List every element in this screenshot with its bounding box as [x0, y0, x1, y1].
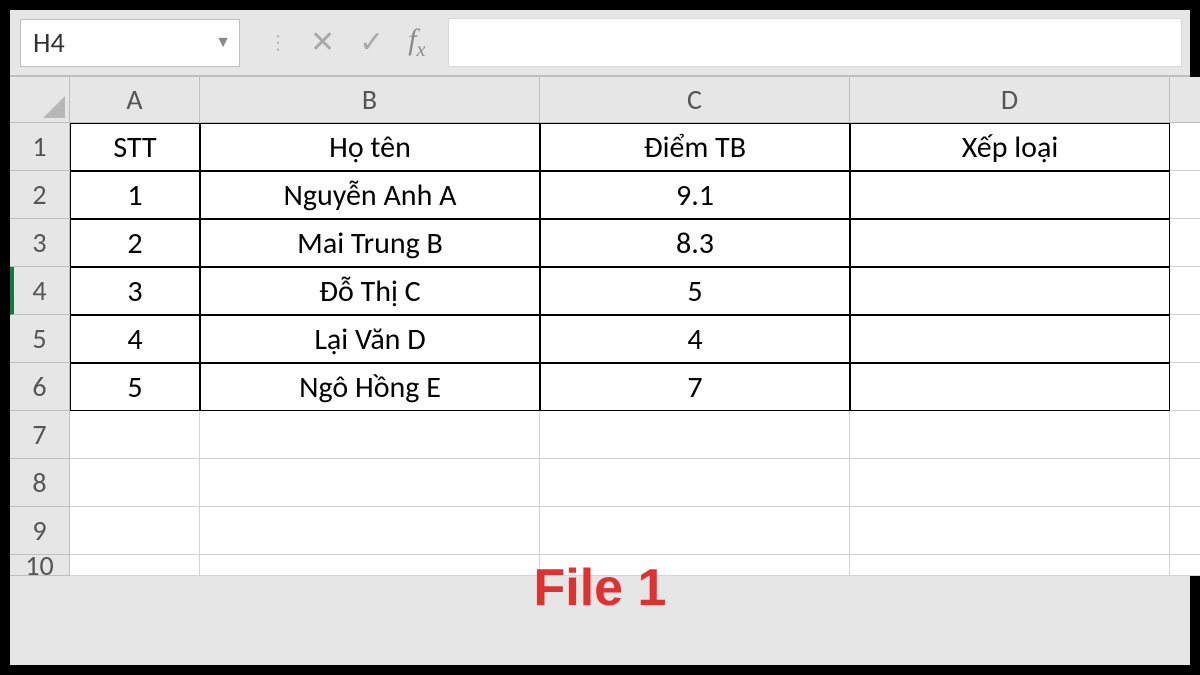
chevron-down-icon[interactable]: ▼	[215, 33, 231, 52]
cell-A3[interactable]: 2	[70, 219, 200, 267]
col-header-D[interactable]: D	[850, 77, 1170, 123]
cell-C1[interactable]: Điểm TB	[540, 123, 850, 171]
row-header[interactable]: 7	[10, 411, 70, 459]
confirm-icon[interactable]: ✓	[359, 24, 384, 61]
cell-A2[interactable]: 1	[70, 171, 200, 219]
select-all-corner[interactable]	[10, 77, 70, 123]
cell-B8[interactable]	[200, 459, 540, 507]
cell-C2[interactable]: 9.1	[540, 171, 850, 219]
name-box-value: H4	[33, 25, 65, 60]
row-header[interactable]: 1	[10, 123, 70, 171]
cell-A7[interactable]	[70, 411, 200, 459]
cell-D9[interactable]	[850, 507, 1170, 555]
cell-D10[interactable]	[850, 555, 1170, 576]
cell-A8[interactable]	[70, 459, 200, 507]
row-header[interactable]: 6	[10, 363, 70, 411]
row-header[interactable]: 10	[10, 555, 70, 576]
cell-D2[interactable]	[850, 171, 1170, 219]
cell-B7[interactable]	[200, 411, 540, 459]
cell-C4[interactable]: 5	[540, 267, 850, 315]
row-header-selected[interactable]: 4	[10, 267, 70, 315]
cell-A9[interactable]	[70, 507, 200, 555]
cell-D6[interactable]	[850, 363, 1170, 411]
cell-A5[interactable]: 4	[70, 315, 200, 363]
row-header[interactable]: 5	[10, 315, 70, 363]
formula-bar: H4 ▼ ⋮ ✕ ✓ fx	[10, 10, 1190, 76]
name-box-wrap: H4 ▼	[10, 10, 246, 75]
cell-empty[interactable]	[1170, 219, 1200, 267]
worksheet-grid[interactable]: A B C D 1 STT Họ tên Điểm TB Xếp loại 2 …	[10, 76, 1190, 576]
cell-B9[interactable]	[200, 507, 540, 555]
fx-icon[interactable]: fx	[408, 23, 425, 62]
cell-empty[interactable]	[1170, 555, 1200, 576]
cell-empty[interactable]	[1170, 315, 1200, 363]
cell-D4[interactable]	[850, 267, 1170, 315]
app-window: H4 ▼ ⋮ ✕ ✓ fx A B C D 1 STT Họ tên Điểm …	[0, 0, 1200, 675]
cell-C10[interactable]	[540, 555, 850, 576]
cell-B4[interactable]: Đỗ Thị C	[200, 267, 540, 315]
row-header[interactable]: 3	[10, 219, 70, 267]
cell-B5[interactable]: Lại Văn D	[200, 315, 540, 363]
col-header-extra[interactable]	[1170, 77, 1200, 123]
col-header-A[interactable]: A	[70, 77, 200, 123]
cell-D7[interactable]	[850, 411, 1170, 459]
cell-empty[interactable]	[1170, 507, 1200, 555]
cell-empty[interactable]	[1170, 459, 1200, 507]
formula-input[interactable]	[448, 18, 1182, 67]
cell-D1[interactable]: Xếp loại	[850, 123, 1170, 171]
cell-B2[interactable]: Nguyễn Anh A	[200, 171, 540, 219]
cell-empty[interactable]	[1170, 363, 1200, 411]
col-header-C[interactable]: C	[540, 77, 850, 123]
cell-A10[interactable]	[70, 555, 200, 576]
cell-C3[interactable]: 8.3	[540, 219, 850, 267]
col-header-B[interactable]: B	[200, 77, 540, 123]
cell-B3[interactable]: Mai Trung B	[200, 219, 540, 267]
cell-D5[interactable]	[850, 315, 1170, 363]
cell-C9[interactable]	[540, 507, 850, 555]
cell-C8[interactable]	[540, 459, 850, 507]
name-box[interactable]: H4 ▼	[20, 19, 240, 67]
cell-B10[interactable]	[200, 555, 540, 576]
cell-C7[interactable]	[540, 411, 850, 459]
cell-empty[interactable]	[1170, 123, 1200, 171]
cell-empty[interactable]	[1170, 171, 1200, 219]
cell-D3[interactable]	[850, 219, 1170, 267]
cell-D8[interactable]	[850, 459, 1170, 507]
cell-A6[interactable]: 5	[70, 363, 200, 411]
cell-A1[interactable]: STT	[70, 123, 200, 171]
separator-dots-icon: ⋮	[268, 30, 286, 55]
cell-C5[interactable]: 4	[540, 315, 850, 363]
formula-entry-controls: ⋮ ✕ ✓ fx	[246, 10, 448, 75]
cell-B1[interactable]: Họ tên	[200, 123, 540, 171]
cell-empty[interactable]	[1170, 411, 1200, 459]
cell-C6[interactable]: 7	[540, 363, 850, 411]
cell-empty[interactable]	[1170, 267, 1200, 315]
row-header[interactable]: 2	[10, 171, 70, 219]
row-header[interactable]: 8	[10, 459, 70, 507]
cell-B6[interactable]: Ngô Hồng E	[200, 363, 540, 411]
cancel-icon[interactable]: ✕	[310, 24, 335, 61]
cell-A4[interactable]: 3	[70, 267, 200, 315]
